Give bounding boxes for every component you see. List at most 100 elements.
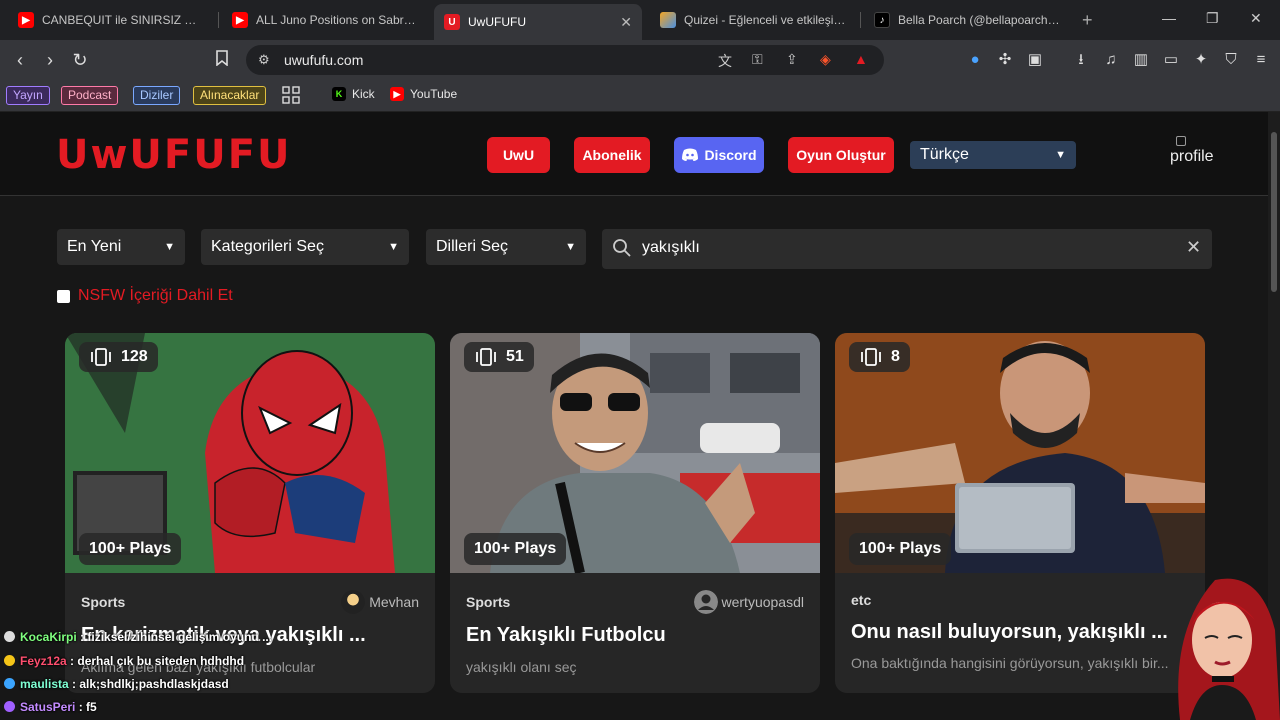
reload-icon[interactable]: ↻: [70, 50, 90, 70]
chat-text: derhal çık bu siteden hdhdhd: [77, 654, 245, 668]
language-filter-value: Dilleri Seç: [436, 238, 509, 255]
bookmark-label: Kick: [352, 87, 375, 101]
bookmark-kick[interactable]: K Kick: [332, 87, 375, 101]
browser-tab-active[interactable]: U UwUFUFU ✕: [434, 4, 642, 40]
sidebar-icon[interactable]: ▥: [1132, 51, 1150, 69]
broken-image-icon: [1176, 136, 1186, 146]
card-thumbnail[interactable]: 128 100+ Plays: [65, 333, 435, 573]
tab-search-icon[interactable]: ▣: [1026, 51, 1044, 69]
chat-message: SatusPeri : f5: [4, 700, 97, 714]
wallet-icon[interactable]: ▭: [1162, 51, 1180, 69]
translate-icon[interactable]: 文: [718, 51, 732, 71]
tab-title: CANBEQUIT ile SINIRSIZ YEMEK: [42, 13, 204, 27]
address-bar[interactable]: ⚙ uwufufu.com 文 ⚿ ⇪ ◈ ▲: [246, 45, 884, 75]
nsfw-toggle[interactable]: NSFW İçeriği Dahil Et: [57, 287, 233, 305]
extensions-icon[interactable]: ✣: [996, 51, 1014, 69]
nsfw-label: NSFW İçeriği Dahil Et: [78, 287, 233, 304]
sort-select[interactable]: En Yeni ▼: [57, 229, 185, 265]
brave-shield-icon[interactable]: ◈: [820, 51, 831, 68]
browser-toolbar: ‹ › ↻ ⚙ uwufufu.com 文 ⚿ ⇪ ◈ ▲ ● ✣ ▣ ⭳ ♫ …: [0, 40, 1280, 80]
youtube-icon: ▶: [390, 87, 404, 101]
chat-badge-icon: [4, 701, 15, 712]
download-icon[interactable]: ⭳: [1072, 51, 1090, 69]
profile-avatar[interactable]: profile: [1170, 136, 1214, 166]
card-thumbnail[interactable]: 51 100+ Plays: [450, 333, 820, 573]
uwu-button[interactable]: UwU: [487, 137, 550, 173]
browser-tab[interactable]: ♪ Bella Poarch (@bellapoarch) | T: [864, 4, 1070, 36]
uwufufu-icon: U: [444, 14, 460, 30]
youtube-icon: ▶: [18, 12, 34, 28]
card-category: etc: [851, 592, 872, 608]
plays-badge: 100+ Plays: [79, 533, 182, 565]
brave-rewards-icon[interactable]: ▲: [854, 51, 868, 67]
plays-badge: 100+ Plays: [849, 533, 952, 565]
search-icon: [613, 239, 631, 257]
bookmark-icon[interactable]: [212, 50, 232, 70]
card-title[interactable]: En Yakışıklı Futbolcu: [466, 624, 802, 647]
chat-text: fiziksel/zihinsel gelişim oyunu ...: [87, 630, 273, 644]
browser-tab[interactable]: ▶ ALL Juno Positions on Sabrina's: [222, 4, 428, 36]
vpn-shield-icon[interactable]: ⛉: [1222, 51, 1240, 69]
bookmark-youtube[interactable]: ▶ YouTube: [390, 87, 457, 101]
apps-grid-icon[interactable]: [282, 86, 300, 104]
media-icon[interactable]: ♫: [1102, 51, 1120, 69]
site-logo[interactable]: UwUFUFU: [56, 132, 292, 178]
question-count-badge: 8: [849, 342, 910, 372]
bookmark-alinacaklar[interactable]: Alınacaklar: [193, 86, 267, 105]
language-filter-select[interactable]: Dilleri Seç ▼: [426, 229, 586, 265]
bookmarks-bar: Yayın Podcast Diziler Alınacaklar K Kick…: [0, 80, 1280, 112]
discord-button[interactable]: Discord: [674, 137, 764, 173]
cards-stack-icon: [91, 348, 111, 366]
streamer-avatar-overlay: [1178, 578, 1280, 720]
question-count: 8: [891, 348, 900, 365]
game-card[interactable]: 51 100+ Plays Sports wertyuopasdl En Yak…: [450, 333, 820, 693]
password-key-icon[interactable]: ⚿: [752, 51, 763, 68]
bookmark-diziler[interactable]: Diziler: [133, 86, 181, 105]
tab-title: ALL Juno Positions on Sabrina's: [256, 13, 418, 27]
question-count: 51: [506, 348, 524, 365]
bookmark-yayin[interactable]: Yayın: [6, 86, 50, 105]
create-game-button[interactable]: Oyun Oluştur: [788, 137, 894, 173]
card-thumbnail[interactable]: 8 100+ Plays: [835, 333, 1205, 573]
chat-text: alk;shdlkj;pashdlaskjdasd: [79, 677, 229, 691]
card-description: Ona baktığında hangisini görüyorsun, yak…: [851, 655, 1169, 671]
clear-search-icon[interactable]: ✕: [1186, 237, 1201, 258]
card-author[interactable]: wertyuopasdl: [693, 590, 804, 614]
share-icon[interactable]: ⇪: [786, 51, 798, 68]
sort-value: En Yeni: [67, 238, 122, 255]
chevron-down-icon: ▼: [164, 241, 175, 253]
new-tab-icon[interactable]: +: [1082, 10, 1093, 31]
chat-text: f5: [86, 700, 97, 714]
site-info-icon[interactable]: ⚙: [258, 52, 270, 68]
minimize-icon[interactable]: —: [1162, 10, 1176, 26]
search-query[interactable]: yakışıklı: [642, 239, 700, 257]
search-input[interactable]: yakışıklı ✕: [602, 229, 1212, 269]
card-author[interactable]: Mevhan: [341, 590, 419, 614]
chat-user: maulista: [20, 677, 69, 691]
language-select[interactable]: Türkçe ▼: [910, 141, 1076, 169]
close-window-icon[interactable]: ✕: [1250, 10, 1262, 27]
chat-user: SatusPeri: [20, 700, 76, 714]
browser-tab[interactable]: Quizei - Eğlenceli ve etkileşimli: [650, 4, 856, 36]
back-icon[interactable]: ‹: [10, 50, 30, 70]
card-category: Sports: [81, 594, 126, 610]
url-text[interactable]: uwufufu.com: [284, 52, 363, 68]
close-tab-icon[interactable]: ✕: [620, 14, 632, 31]
bookmark-podcast[interactable]: Podcast: [61, 86, 119, 105]
plays-badge: 100+ Plays: [464, 533, 567, 565]
game-card[interactable]: 8 100+ Plays etc Onu nasıl buluyorsun, y…: [835, 333, 1205, 693]
kick-icon: K: [332, 87, 346, 101]
category-select[interactable]: Kategorileri Seç ▼: [201, 229, 409, 265]
restore-icon[interactable]: ❐: [1206, 10, 1219, 27]
browser-tab[interactable]: ▶ CANBEQUIT ile SINIRSIZ YEMEK: [8, 4, 214, 36]
menu-icon[interactable]: ≡: [1252, 51, 1270, 69]
tiktok-icon: ♪: [874, 12, 890, 28]
card-title[interactable]: Onu nasıl buluyorsun, yakışıklı ...: [851, 621, 1187, 644]
card-category: Sports: [466, 594, 511, 610]
forward-icon[interactable]: ›: [40, 50, 60, 70]
avatar: [341, 590, 366, 614]
subscription-button[interactable]: Abonelik: [574, 137, 650, 173]
nsfw-checkbox[interactable]: [57, 289, 70, 303]
shazam-extension-icon[interactable]: ●: [966, 51, 984, 69]
leo-ai-icon[interactable]: ✦: [1192, 51, 1210, 69]
